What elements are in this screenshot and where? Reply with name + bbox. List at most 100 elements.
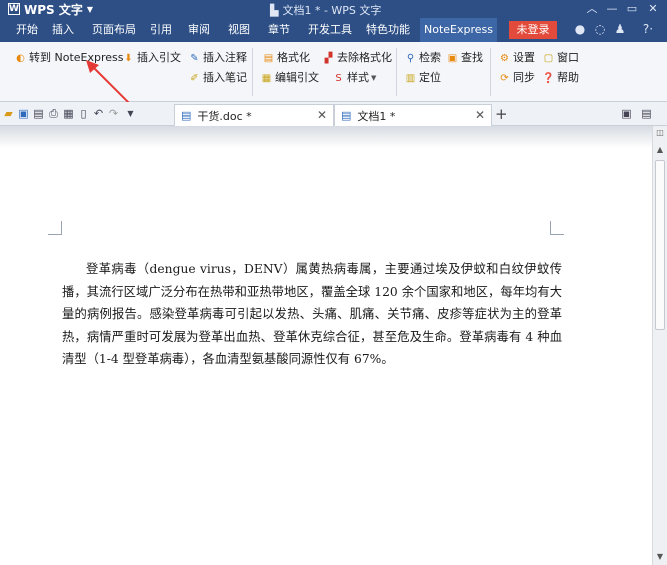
- sync-button[interactable]: ⟳ 同步: [498, 69, 535, 87]
- tab-view[interactable]: 视图: [224, 18, 254, 42]
- ribbon-separator: [252, 48, 253, 96]
- window-label: 窗口: [557, 51, 579, 64]
- menu-bar: 开始 插入 页面布局 引用 审阅 视图 章节 开发工具 特色功能 NoteExp…: [0, 18, 667, 42]
- scroll-down-arrow-icon[interactable]: ▼: [653, 551, 667, 563]
- scroll-thumb[interactable]: [655, 160, 665, 330]
- remove-format-icon: ▞: [324, 52, 333, 64]
- app-menu-button[interactable]: W WPS 文字 ▼: [4, 1, 99, 17]
- tab-developer[interactable]: 开发工具: [304, 18, 356, 42]
- shirt-icon[interactable]: ♟: [613, 22, 627, 36]
- window-title: ▙ 文档1 * - WPS 文字: [270, 2, 381, 18]
- page-top-shadow: [0, 126, 652, 148]
- help-button[interactable]: ❓ 帮助: [542, 69, 579, 87]
- tab-noteexpress[interactable]: NoteExpress: [420, 18, 497, 42]
- settings-label: 设置: [513, 51, 535, 64]
- tab-references[interactable]: 引用: [146, 18, 176, 42]
- sync-label: 同步: [513, 71, 535, 84]
- tab-page-layout[interactable]: 页面布局: [88, 18, 140, 42]
- app-name: WPS 文字: [24, 2, 83, 17]
- tab-document-1[interactable]: ▤ 文档1 * ✕: [334, 104, 492, 126]
- noteexpress-icon: ◐: [16, 52, 25, 64]
- tab-label: 文档1 *: [357, 109, 396, 123]
- tab-insert[interactable]: 插入: [48, 18, 78, 42]
- style-label: 样式: [347, 71, 369, 84]
- vertical-scrollbar[interactable]: ◫ ▲ ▼: [652, 126, 667, 565]
- close-icon[interactable]: ✕: [317, 108, 327, 122]
- tab-start[interactable]: 开始: [12, 18, 42, 42]
- gear-icon: ⚙: [500, 52, 509, 64]
- format-icon: ▤: [263, 52, 274, 64]
- close-button[interactable]: ✕: [645, 1, 661, 17]
- redo-icon[interactable]: ↷: [107, 107, 120, 120]
- new-tab-button[interactable]: +: [495, 105, 508, 123]
- annotation-arrow: [86, 60, 131, 105]
- ribbon-separator: [490, 48, 491, 96]
- insert-note-button[interactable]: ✐ 插入笔记: [188, 69, 247, 87]
- save-icon[interactable]: ▣: [17, 107, 30, 120]
- locate-label: 定位: [419, 71, 441, 84]
- window-button[interactable]: ▢ 窗口: [542, 49, 579, 67]
- tab-label: 干货.doc *: [197, 109, 252, 123]
- format-label: 格式化: [277, 51, 310, 64]
- skin-icon[interactable]: ●: [573, 22, 587, 36]
- ribbon-separator: [396, 48, 397, 96]
- find-button[interactable]: ▣ 查找: [446, 49, 483, 67]
- margin-corner-marker: [550, 221, 564, 235]
- remove-format-button[interactable]: ▞ 去除格式化: [322, 49, 392, 67]
- locate-button[interactable]: ▥ 定位: [404, 69, 441, 87]
- undo-icon[interactable]: ↶: [92, 107, 105, 120]
- find-icon: ▣: [447, 52, 458, 64]
- remove-format-label: 去除格式化: [337, 51, 392, 64]
- format-button[interactable]: ▤ 格式化: [262, 49, 310, 67]
- wps-logo-icon: W: [8, 3, 20, 15]
- minimize-button[interactable]: —: [604, 1, 620, 17]
- tab-chapter[interactable]: 章节: [264, 18, 294, 42]
- document-icon: ▤: [341, 109, 352, 122]
- insert-citation-label: 插入引文: [137, 51, 181, 64]
- quick-access-toolbar: ▰ ▣ ▤ ⎙ ▦ ▯ ↶ ↷ ▼ ▤ 干货.doc * ✕ ▤ 文档1 * ✕…: [0, 102, 667, 126]
- style-icon: S: [335, 72, 342, 84]
- sync-icon: ⟳: [500, 72, 509, 84]
- settings-button[interactable]: ⚙ 设置: [498, 49, 535, 67]
- tab-features[interactable]: 特色功能: [362, 18, 414, 42]
- tab-options-icon[interactable]: ▤: [640, 107, 653, 120]
- login-button[interactable]: 未登录: [509, 21, 557, 39]
- customize-dropdown-icon[interactable]: ▼: [124, 107, 137, 120]
- chevron-up-icon[interactable]: ︿: [584, 1, 600, 17]
- insert-annotation-icon: ✎: [190, 52, 199, 64]
- ruler-toggle-icon[interactable]: ◫: [655, 128, 665, 140]
- document-icon: ▤: [181, 109, 192, 122]
- style-dropdown[interactable]: S 样式 ▼: [332, 69, 376, 87]
- tab-document-ganhuo[interactable]: ▤ 干货.doc * ✕: [174, 104, 334, 126]
- edit-citation-button[interactable]: ▦ 编辑引文: [260, 69, 319, 87]
- print-preview-icon[interactable]: ▦: [62, 107, 75, 120]
- locate-icon: ▥: [405, 72, 416, 84]
- edit-citation-icon: ▦: [261, 72, 272, 84]
- maximize-button[interactable]: ▭: [624, 1, 640, 17]
- page-icon[interactable]: ▯: [77, 107, 90, 120]
- tab-review[interactable]: 审阅: [184, 18, 214, 42]
- insert-annotation-label: 插入注释: [203, 51, 247, 64]
- help-label: 帮助: [557, 71, 579, 84]
- window-title-text: 文档1 * - WPS 文字: [282, 4, 382, 17]
- search-button[interactable]: ⚲ 检索: [404, 49, 441, 67]
- print-icon[interactable]: ⎙: [47, 107, 60, 120]
- find-label: 查找: [461, 51, 483, 64]
- margin-corner-marker: [48, 221, 62, 235]
- output-pdf-icon[interactable]: ▤: [32, 107, 45, 120]
- open-folder-icon[interactable]: ▰: [2, 107, 15, 120]
- scroll-up-arrow-icon[interactable]: ▲: [653, 144, 667, 156]
- help-circle-icon: ❓: [542, 72, 555, 84]
- tab-list-icon[interactable]: ▣: [620, 107, 633, 120]
- close-icon[interactable]: ✕: [475, 108, 485, 122]
- search-icon: ⚲: [406, 52, 415, 64]
- chevron-down-icon: ▼: [371, 74, 377, 82]
- insert-annotation-button[interactable]: ✎ 插入注释: [188, 49, 247, 67]
- help-icon[interactable]: ?·: [636, 22, 660, 36]
- title-bar: W WPS 文字 ▼ ▙ 文档1 * - WPS 文字 ︿ — ▭ ✕: [0, 0, 667, 18]
- edit-citation-label: 编辑引文: [275, 71, 319, 84]
- insert-note-label: 插入笔记: [203, 71, 247, 84]
- settings-icon[interactable]: ◌: [593, 22, 607, 36]
- document-paragraph[interactable]: 登革病毒（dengue virus，DENV）属黄热病毒属，主要通过埃及伊蚊和白…: [62, 258, 562, 371]
- search-label: 检索: [419, 51, 441, 64]
